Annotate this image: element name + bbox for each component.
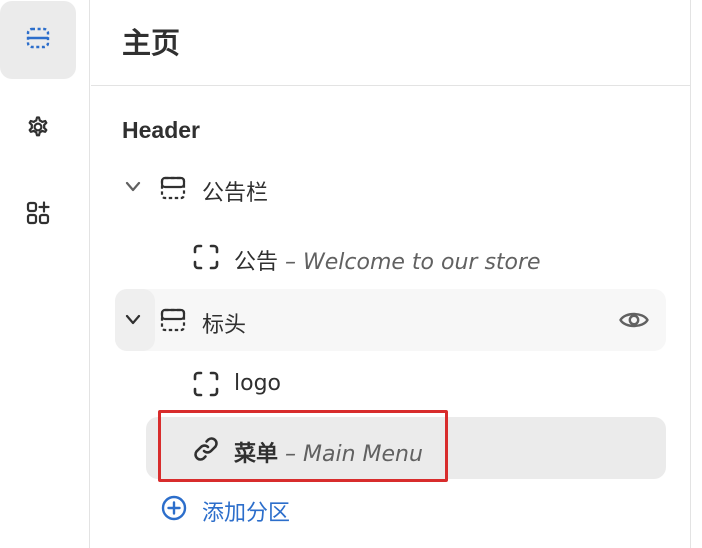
chevron-down-icon[interactable] [124, 180, 142, 194]
title-divider [91, 85, 690, 86]
section-group-heading: Header [122, 117, 200, 143]
add-section-label: 添加分区 [202, 501, 291, 526]
block-item-announcement[interactable]: 公告 – Welcome to our store [91, 226, 690, 286]
sections-rail-button[interactable] [0, 1, 76, 79]
gear-icon [23, 112, 53, 147]
page-title: 主页 [122, 26, 181, 60]
add-section-button[interactable]: 添加分区 [91, 478, 690, 538]
sections-panel: 主页 Header 公告栏 公告 – Welcome to our store … [91, 0, 690, 548]
section-icon [160, 175, 186, 201]
panel-border [690, 0, 691, 548]
block-icon [192, 243, 220, 271]
chevron-down-icon[interactable] [124, 313, 142, 327]
plus-circle-icon [160, 494, 188, 522]
left-rail [0, 0, 90, 548]
annotation-highlight-box [158, 410, 448, 482]
block-item-subtitle: – Welcome to our store [285, 250, 541, 275]
block-icon [192, 370, 220, 398]
theme-editor: 主页 Header 公告栏 公告 – Welcome to our store … [0, 0, 702, 548]
block-item-logo[interactable]: logo [91, 354, 690, 414]
settings-rail-button[interactable] [0, 90, 76, 168]
sections-icon [23, 23, 53, 58]
section-item-header[interactable]: 标头 [91, 290, 690, 350]
eye-icon[interactable] [618, 306, 650, 334]
block-item-label: 公告 [234, 250, 279, 275]
section-item-label: 公告栏 [202, 181, 269, 206]
section-icon [160, 307, 186, 333]
section-item-label: 标头 [202, 313, 247, 338]
block-item-label: logo [234, 371, 281, 396]
apps-rail-button[interactable] [0, 176, 76, 254]
apps-icon [23, 198, 53, 233]
section-item-announcement-bar[interactable]: 公告栏 [91, 158, 690, 218]
